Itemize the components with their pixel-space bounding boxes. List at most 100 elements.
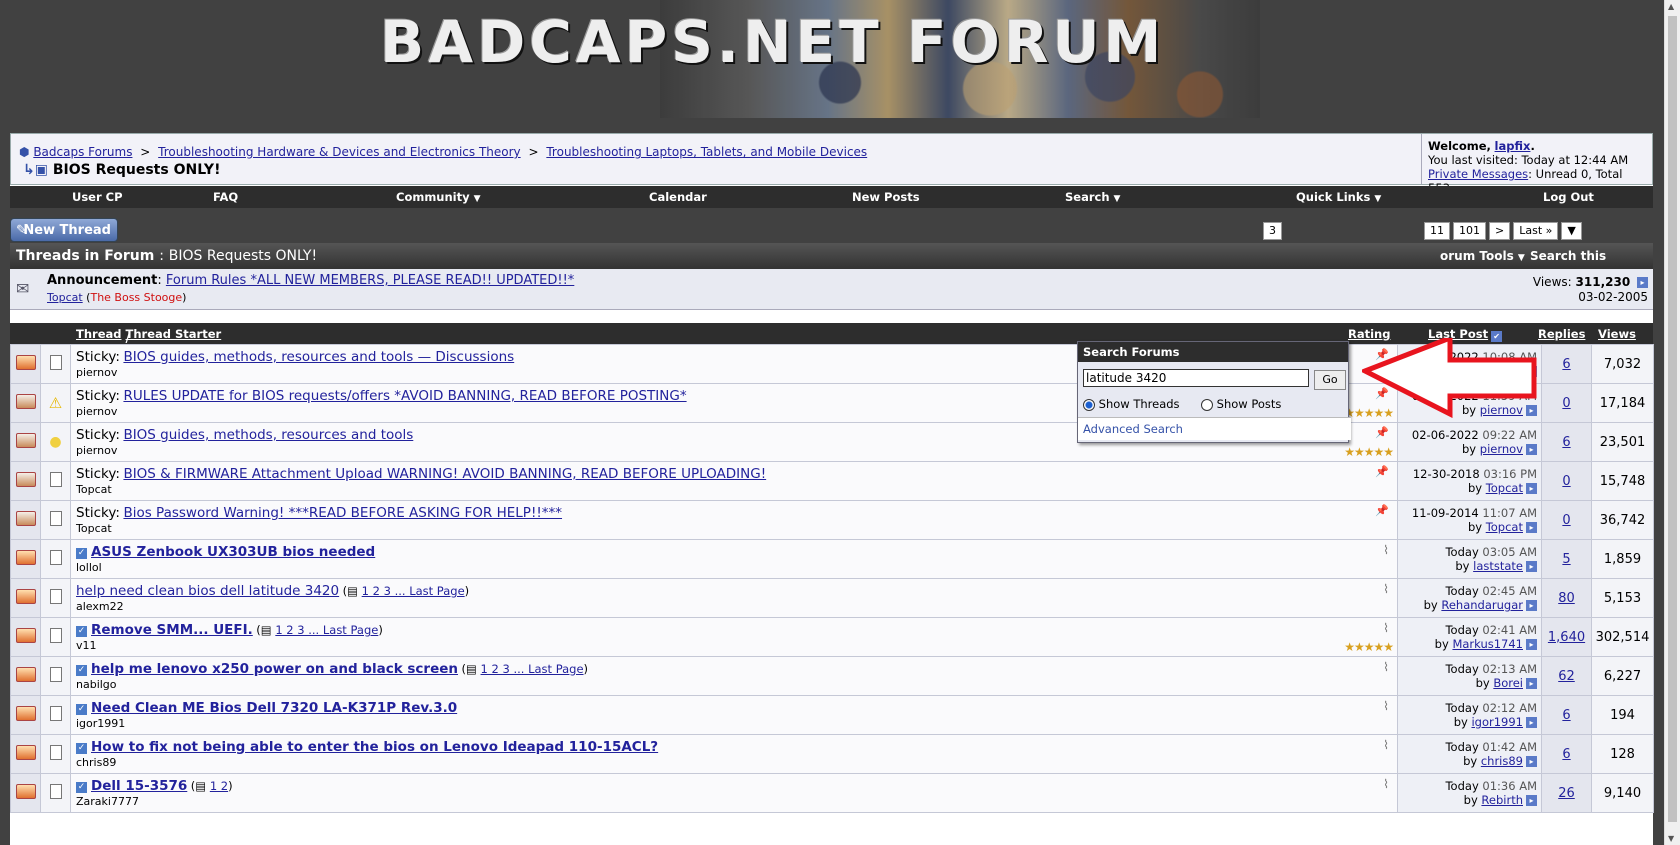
go-to-last-post-icon[interactable]: ▸ [1526, 444, 1537, 455]
thread-page-links[interactable]: 1 2 3 ... Last Page [481, 662, 584, 676]
thread-row[interactable]: Sticky: Bios Password Warning! ***READ B… [10, 500, 1654, 540]
replies-link[interactable]: 5 [1562, 552, 1570, 567]
replies-link[interactable]: 0 [1562, 513, 1570, 528]
thread-title-link[interactable]: help need clean bios dell latitude 3420 [76, 583, 339, 599]
menu-new-posts[interactable]: New Posts [852, 190, 920, 204]
thread-starter[interactable]: Topcat [76, 483, 1397, 496]
thread-row[interactable]: ✓ Remove SMM... UEFI. (▤ 1 2 3 ... Last P… [10, 617, 1654, 657]
go-to-last-post-icon[interactable]: ▸ [1526, 522, 1537, 533]
thread-title-link[interactable]: BIOS guides, methods, resources and tool… [123, 349, 514, 365]
thread-row[interactable]: ✓ help me lenovo x250 power on and black … [10, 656, 1654, 696]
replies-link[interactable]: 6 [1562, 708, 1570, 723]
sort-replies-link[interactable]: Replies [1538, 327, 1585, 341]
scroll-up-icon[interactable]: ▲ [1668, 2, 1674, 11]
thread-title-link[interactable]: Need Clean ME Bios Dell 7320 LA-K371P Re… [91, 700, 457, 716]
thread-title-link[interactable]: BIOS & FIRMWARE Attachment Upload WARNIN… [123, 466, 766, 482]
private-messages-link[interactable]: Private Messages [1428, 167, 1528, 181]
thread-starter[interactable]: igor1991 [76, 717, 1397, 730]
go-to-last-post-icon[interactable]: ▸ [1526, 678, 1537, 689]
thread-starter[interactable]: lollol [76, 561, 1397, 574]
go-to-last-post-icon[interactable]: ▸ [1526, 561, 1537, 572]
page-link-next[interactable]: > [1489, 222, 1511, 240]
page-link[interactable]: 101 [1453, 222, 1486, 240]
sort-views-link[interactable]: Views [1598, 327, 1636, 341]
thread-row[interactable]: ✓ Dell 15-3576 (▤ 1 2) Zaraki7777 ⌇ Today 01… [10, 773, 1654, 813]
go-to-last-post-icon[interactable]: ▸ [1526, 639, 1537, 650]
thread-starter[interactable]: v11 [76, 639, 1397, 652]
replies-link[interactable]: 1,640 [1548, 630, 1585, 645]
thread-row[interactable]: ✓ Need Clean ME Bios Dell 7320 LA-K371P R… [10, 695, 1654, 735]
chevron-down-icon[interactable]: ▼ [1561, 222, 1582, 240]
thread-row[interactable]: ✓ ASUS Zenbook UX303UB bios needed lollol ⌇… [10, 539, 1654, 579]
thread-starter[interactable]: Zaraki7777 [76, 795, 1397, 808]
last-post-user-link[interactable]: igor1991 [1471, 715, 1523, 729]
new-thread-button[interactable]: ✎ New Thread [10, 218, 118, 242]
thread-starter[interactable]: alexm22 [76, 600, 1397, 613]
username-link[interactable]: lapfix [1495, 139, 1531, 153]
thread-starter[interactable]: piernov [76, 444, 1397, 457]
announcement-title-link[interactable]: Forum Rules *ALL NEW MEMBERS, PLEASE REA… [166, 273, 574, 288]
scroll-down-icon[interactable]: ▼ [1668, 834, 1674, 843]
menu-calendar[interactable]: Calendar [649, 190, 707, 204]
page-link-last[interactable]: Last » [1513, 222, 1559, 240]
breadcrumb-link-home[interactable]: Badcaps Forums [33, 145, 132, 159]
forum-tools-menu[interactable]: orum Tools ▼ [1440, 243, 1525, 271]
thread-starter[interactable]: nabilgo [76, 678, 1397, 691]
thread-title-link[interactable]: help me lenovo x250 power on and black s… [91, 661, 458, 677]
breadcrumb-link-troubleshooting[interactable]: Troubleshooting Hardware & Devices and E… [158, 145, 520, 159]
search-input[interactable] [1083, 369, 1309, 387]
thread-row[interactable]: help need clean bios dell latitude 3420 … [10, 578, 1654, 618]
page-link[interactable]: 3 [1263, 222, 1282, 240]
menu-log-out[interactable]: Log Out [1543, 190, 1594, 204]
thread-title-link[interactable]: Bios Password Warning! ***READ BEFORE AS… [123, 505, 562, 521]
last-post-user-link[interactable]: Rebirth [1481, 793, 1523, 807]
last-post-user-link[interactable]: chris89 [1481, 754, 1523, 768]
replies-link[interactable]: 0 [1562, 474, 1570, 489]
radio-unchecked-icon[interactable] [1201, 398, 1213, 411]
thread-title-link[interactable]: ASUS Zenbook UX303UB bios needed [91, 544, 375, 560]
replies-link[interactable]: 6 [1562, 357, 1570, 372]
thread-title-link[interactable]: RULES UPDATE for BIOS requests/offers *A… [123, 388, 686, 404]
thread-title-link[interactable]: BIOS guides, methods, resources and tool… [123, 427, 413, 443]
go-to-last-post-icon[interactable]: ▸ [1526, 717, 1537, 728]
thread-title-link[interactable]: Dell 15-3576 [91, 778, 187, 794]
last-post-user-link[interactable]: Markus1741 [1452, 637, 1523, 651]
breadcrumb-home-icon[interactable]: ⬢ [19, 145, 29, 159]
thread-page-links[interactable]: 1 2 3 ... Last Page [275, 623, 378, 637]
go-to-last-post-icon[interactable]: ▸ [1526, 756, 1537, 767]
menu-search[interactable]: Search ▼ [1065, 190, 1120, 204]
thread-starter[interactable]: chris89 [76, 756, 1397, 769]
sort-thread-link[interactable]: Thread [76, 327, 122, 341]
thread-page-links[interactable]: 1 2 [210, 779, 228, 793]
thread-page-links[interactable]: 1 2 3 ... Last Page [362, 584, 465, 598]
replies-link[interactable]: 6 [1562, 435, 1570, 450]
thread-starter[interactable]: Topcat [76, 522, 1397, 535]
announcement-author-link[interactable]: Topcat [47, 291, 83, 304]
last-post-user-link[interactable]: Rehandarugar [1441, 598, 1523, 612]
last-post-user-link[interactable]: Borei [1493, 676, 1523, 690]
replies-link[interactable]: 80 [1558, 591, 1575, 606]
go-to-last-post-icon[interactable]: ▸ [1526, 600, 1537, 611]
breadcrumb-link-laptops[interactable]: Troubleshooting Laptops, Tablets, and Mo… [546, 145, 867, 159]
go-to-last-icon[interactable]: ▸ [1637, 277, 1648, 288]
menu-user-cp[interactable]: User CP [72, 190, 123, 204]
radio-checked-icon[interactable] [1083, 398, 1095, 411]
replies-link[interactable]: 6 [1562, 747, 1570, 762]
thread-title-link[interactable]: Remove SMM... UEFI. [91, 622, 253, 638]
advanced-search-link[interactable]: Advanced Search [1078, 417, 1351, 440]
replies-link[interactable]: 0 [1562, 396, 1570, 411]
thread-row[interactable]: ● Sticky: BIOS guides, methods, resources… [10, 422, 1654, 462]
menu-faq[interactable]: FAQ [213, 190, 238, 204]
menu-quick-links[interactable]: Quick Links ▼ [1296, 190, 1381, 204]
replies-link[interactable]: 26 [1558, 786, 1575, 801]
scrollbar-thumb[interactable] [1668, 16, 1677, 822]
last-post-user-link[interactable]: laststate [1473, 559, 1523, 573]
sort-starter-link[interactable]: Thread Starter [126, 327, 222, 341]
replies-link[interactable]: 62 [1558, 669, 1575, 684]
go-to-last-post-icon[interactable]: ▸ [1526, 483, 1537, 494]
thread-title-link[interactable]: How to fix not being able to enter the b… [91, 739, 658, 755]
thread-row[interactable]: ✓ How to fix not being able to enter the … [10, 734, 1654, 774]
go-to-last-post-icon[interactable]: ▸ [1526, 795, 1537, 806]
last-post-user-link[interactable]: Topcat [1486, 520, 1523, 534]
menu-community[interactable]: Community ▼ [396, 190, 481, 204]
